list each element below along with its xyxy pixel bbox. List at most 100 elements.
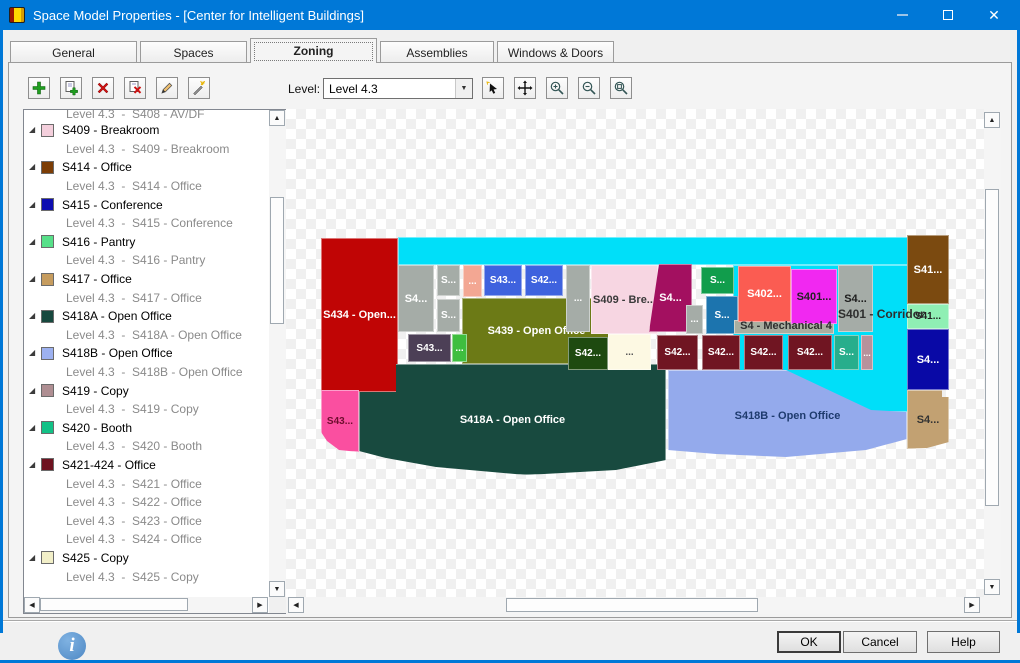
tree-vertical-scrollbar[interactable]: ▲ ▼ [269, 110, 286, 597]
scroll-left-icon[interactable]: ◀ [288, 597, 304, 613]
tree-subitem[interactable]: Level 4.3 - S423 - Office [24, 511, 268, 530]
tab-windows-doors[interactable]: Windows & Doors [497, 41, 614, 63]
tree-subitem[interactable]: Level 4.3 - S418A - Open Office [24, 326, 268, 345]
plan-room-pink-s43[interactable]: S43... [321, 390, 359, 452]
plan-room-gray-c[interactable]: S... [437, 299, 460, 332]
delete-space-button[interactable] [92, 77, 114, 99]
plan-vertical-scrollbar[interactable]: ▲ ▼ [984, 112, 1001, 595]
tree-hscroll-thumb[interactable] [40, 598, 188, 611]
plan-room-s434[interactable]: S434 - Open... [321, 238, 398, 392]
plan-room-brown-s41[interactable]: S41... [907, 235, 949, 304]
tree-item[interactable]: ◢ S418A - Open Office [24, 307, 268, 326]
tree-subitem[interactable]: Level 4.3 - S409 - Breakroom [24, 140, 268, 159]
plan-room-s418a[interactable]: S418A - Open Office [359, 364, 666, 475]
tree-subitem[interactable]: Level 4.3 - S424 - Office [24, 530, 268, 549]
info-icon[interactable]: i [58, 632, 86, 660]
help-button[interactable]: Help [927, 631, 1000, 653]
expander-icon[interactable]: ◢ [29, 275, 41, 283]
plan-horizontal-scrollbar[interactable]: ◀ ▶ [288, 597, 980, 614]
plan-room-gray-sliver[interactable]: ... [566, 265, 590, 332]
duplicate-space-button[interactable] [60, 77, 82, 99]
plan-vscroll-thumb[interactable] [985, 189, 999, 506]
tree-subitem[interactable]: Level 4.3 - S418B - Open Office [24, 363, 268, 382]
expander-icon[interactable]: ◢ [29, 126, 41, 134]
plan-room-navy-s4[interactable]: S4... [907, 329, 949, 390]
tree-vscroll-thumb[interactable] [270, 197, 284, 324]
expander-icon[interactable]: ◢ [29, 312, 41, 320]
tree-item[interactable]: ◢ S416 - Pantry [24, 233, 268, 252]
expander-icon[interactable]: ◢ [29, 423, 41, 432]
tree-subitem[interactable]: Level 4.3 - S415 - Conference [24, 214, 268, 233]
plan-room-green-s[interactable]: S... [701, 267, 734, 294]
plan-room-corridor-top[interactable] [398, 237, 909, 265]
tree-item[interactable]: ◢ S425 - Copy [24, 549, 268, 568]
delete-all-button[interactable] [124, 77, 146, 99]
close-button[interactable]: ✕ [971, 0, 1017, 30]
plan-room-gray-right[interactable]: S4... [838, 265, 873, 332]
tree-subitem[interactable]: Level 4.3 - S408 - AV/DF [24, 110, 268, 121]
tree-horizontal-scrollbar[interactable]: ◀ ▶ [24, 597, 268, 613]
scroll-up-icon[interactable]: ▲ [984, 112, 1000, 128]
plan-room-cream-dots[interactable]: ... [608, 334, 651, 370]
tree-subitem[interactable]: Level 4.3 - S416 - Pantry [24, 251, 268, 270]
tree-subitem[interactable]: Level 4.3 - S417 - Office [24, 288, 268, 307]
ok-button[interactable]: OK [777, 631, 841, 653]
expander-icon[interactable]: ◢ [29, 386, 41, 395]
maximize-button[interactable] [925, 0, 971, 30]
scroll-right-icon[interactable]: ▶ [964, 597, 980, 613]
plan-room-salmon-dots[interactable]: ... [463, 265, 482, 297]
expander-icon[interactable]: ◢ [29, 163, 41, 171]
cancel-button[interactable]: Cancel [843, 631, 917, 653]
plan-room-blue-b[interactable]: S42... [525, 265, 563, 296]
plan-room-slate[interactable]: S43... [408, 334, 451, 362]
scroll-down-icon[interactable]: ▼ [984, 579, 1000, 595]
plan-room-dkgreen[interactable]: S42... [568, 337, 608, 370]
minimize-button[interactable] [879, 0, 925, 30]
tree-subitem[interactable]: Level 4.3 - S425 - Copy [24, 567, 268, 586]
plan-room-lime-dots[interactable]: ... [452, 334, 467, 362]
scroll-up-icon[interactable]: ▲ [269, 110, 285, 126]
tree-item[interactable]: ◢ S415 - Conference [24, 195, 268, 214]
tree-item[interactable]: ◢ S409 - Breakroom [24, 121, 268, 140]
plan-room-dkred-d[interactable]: S42... [788, 335, 832, 370]
plan-room-dkred-c[interactable]: S42... [744, 335, 783, 370]
expander-icon[interactable]: ◢ [29, 237, 41, 246]
tab-general[interactable]: General [10, 41, 137, 63]
tree-item[interactable]: ◢ S421-424 - Office [24, 456, 268, 475]
zoom-extents-button[interactable] [610, 77, 632, 99]
tree-subitem[interactable]: Level 4.3 - S420 - Booth [24, 437, 268, 456]
pan-tool-button[interactable] [514, 77, 536, 99]
tree-subitem[interactable]: Level 4.3 - S414 - Office [24, 177, 268, 196]
tree-subitem[interactable]: Level 4.3 - S419 - Copy [24, 400, 268, 419]
plan-room-teal-s[interactable]: S... [834, 335, 859, 370]
tree-item[interactable]: ◢ S414 - Office [24, 158, 268, 177]
zoom-in-button[interactable] [546, 77, 568, 99]
plan-room-gray-b[interactable]: S... [437, 265, 460, 296]
chevron-down-icon[interactable]: ▼ [455, 79, 472, 98]
tree-item[interactable]: ◢ S419 - Copy [24, 381, 268, 400]
select-tool-button[interactable] [482, 77, 504, 99]
plan-room-gray-a[interactable]: S4... [398, 265, 434, 332]
plan-hscroll-thumb[interactable] [506, 598, 758, 612]
tree-item[interactable]: ◢ S420 - Booth [24, 419, 268, 438]
plan-room-dkred-a[interactable]: S42... [657, 335, 698, 370]
floor-plan-canvas[interactable]: S439 - Open Office S409 - Bre... S434 - Op… [286, 109, 984, 597]
expander-icon[interactable]: ◢ [29, 460, 41, 469]
plan-room-s409[interactable]: S409 - Bre... [591, 265, 658, 334]
plan-room-gray-dots[interactable]: ... [686, 305, 703, 334]
auto-zone-button[interactable] [188, 77, 210, 99]
plan-room-s402[interactable]: S402... [738, 266, 791, 322]
scroll-right-icon[interactable]: ▶ [252, 597, 268, 613]
scroll-left-icon[interactable]: ◀ [24, 597, 40, 613]
plan-room-dkred-b[interactable]: S42... [702, 335, 740, 370]
tab-assemblies[interactable]: Assemblies [380, 41, 494, 63]
plan-room-blue-a[interactable]: S43... [484, 265, 522, 296]
tab-spaces[interactable]: Spaces [140, 41, 247, 63]
plan-room-mauve-dots[interactable]: ... [861, 335, 873, 370]
tab-zoning[interactable]: Zoning [250, 38, 377, 63]
expander-icon[interactable]: ◢ [29, 553, 41, 562]
tree-item[interactable]: ◢ S418B - Open Office [24, 344, 268, 363]
tree-item[interactable]: ◢ S417 - Office [24, 270, 268, 289]
tree-subitem[interactable]: Level 4.3 - S421 - Office [24, 474, 268, 493]
expander-icon[interactable]: ◢ [29, 349, 41, 357]
